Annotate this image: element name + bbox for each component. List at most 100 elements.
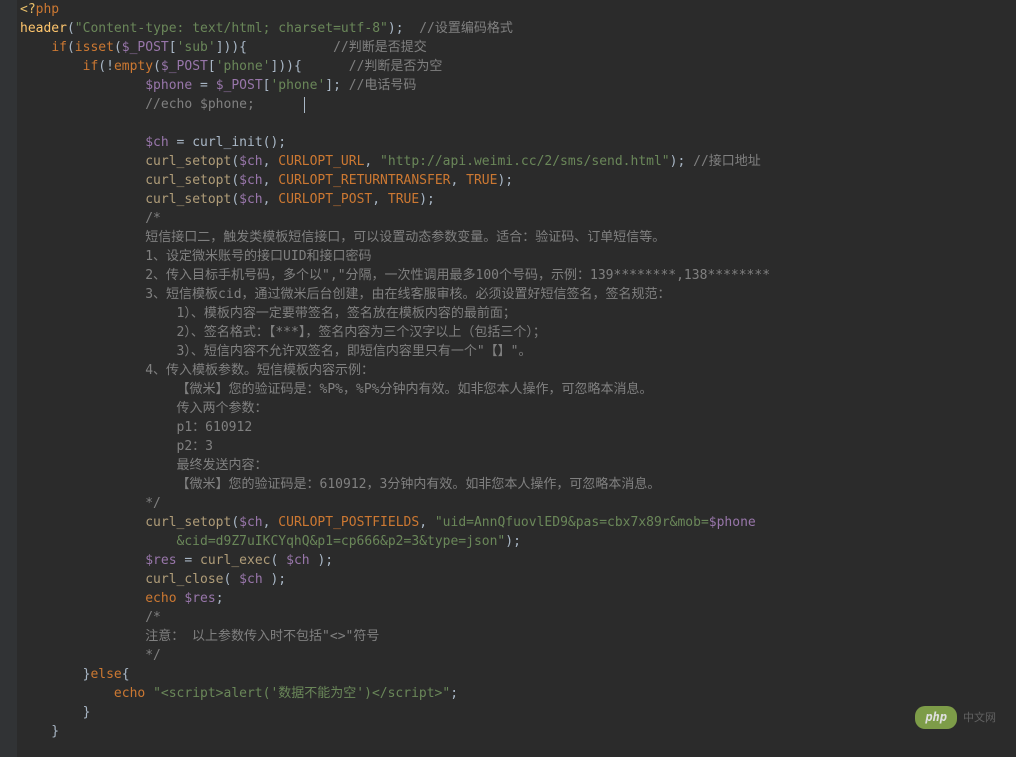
code-line[interactable]: curl_setopt($ch, CURLOPT_URL, "http://ap…	[20, 152, 1013, 171]
code-token: );	[505, 534, 521, 549]
code-line[interactable]: 短信接口二，触发类模板短信接口，可以设置动态参数变量。适合：验证码、订单短信等。	[20, 228, 1013, 247]
code-line[interactable]: p1：610912	[20, 418, 1013, 437]
code-line[interactable]: $res = curl_exec( $ch );	[20, 551, 1013, 570]
code-token: [	[169, 40, 177, 55]
code-token: //判断是否为空	[349, 59, 443, 74]
code-token: //echo $phone;	[145, 97, 255, 112]
code-token	[255, 97, 302, 112]
code-line[interactable]: 传入两个参数：	[20, 399, 1013, 418]
code-token	[20, 173, 145, 188]
code-line[interactable]: curl_close( $ch );	[20, 570, 1013, 589]
code-token: ;	[333, 78, 349, 93]
code-line[interactable]: echo "<script>alert('数据不能为空')</script>";	[20, 684, 1013, 703]
code-token: ,	[419, 515, 435, 530]
code-token	[20, 154, 145, 169]
text-cursor	[304, 97, 305, 113]
code-line[interactable]: */	[20, 646, 1013, 665]
php-logo-pill: php	[915, 706, 957, 729]
code-line[interactable]: 3、短信模板cid，通过微米后台创建，由在线客服审核。必须设置好短信签名，签名规…	[20, 285, 1013, 304]
code-token: (	[231, 515, 239, 530]
code-line[interactable]: curl_setopt($ch, CURLOPT_POSTFIELDS, "ui…	[20, 513, 1013, 532]
code-line[interactable]: $phone = $_POST['phone']; //电话号码	[20, 76, 1013, 95]
code-line[interactable]: */	[20, 494, 1013, 513]
code-token: $ch	[239, 515, 262, 530]
code-token: CURLOPT_URL	[278, 154, 364, 169]
code-token: TRUE	[466, 173, 497, 188]
code-line[interactable]	[20, 114, 1013, 133]
code-token	[20, 116, 28, 131]
code-token: $ch	[239, 154, 262, 169]
code-token: empty	[114, 59, 153, 74]
code-token: $res	[145, 553, 176, 568]
code-line[interactable]: curl_setopt($ch, CURLOPT_RETURNTRANSFER,…	[20, 171, 1013, 190]
code-line[interactable]: echo $res;	[20, 589, 1013, 608]
code-area[interactable]: <?phpheader("Content-type: text/html; ch…	[17, 0, 1016, 757]
code-token: $phone	[709, 515, 756, 530]
code-token: ,	[263, 192, 279, 207]
code-token: $_POST	[216, 78, 263, 93]
code-token: (	[67, 40, 75, 55]
code-token: //电话号码	[349, 78, 417, 93]
code-line[interactable]: 1）、模板内容一定要带签名，签名放在模板内容的最前面；	[20, 304, 1013, 323]
code-token: <?	[20, 2, 36, 17]
code-line[interactable]: &cid=d9Z7uIKCYqhQ&p1=cp666&p2=3&type=jso…	[20, 532, 1013, 551]
code-token: ();	[263, 135, 286, 150]
code-line[interactable]: if(!empty($_POST['phone'])){ //判断是否为空	[20, 57, 1013, 76]
code-line[interactable]: p2：3	[20, 437, 1013, 456]
code-token: =	[192, 78, 215, 93]
code-token: (	[153, 59, 161, 74]
code-line[interactable]: 【微米】您的验证码是：%P%，%P%分钟内有效。如非您本人操作，可忽略本消息。	[20, 380, 1013, 399]
code-line[interactable]: 注意： 以上参数传入时不包括"<>"符号	[20, 627, 1013, 646]
code-line[interactable]: 2、传入目标手机号码，多个以","分隔，一次性调用最多100个号码，示例：139…	[20, 266, 1013, 285]
code-token	[20, 78, 145, 93]
code-line[interactable]: 2）、签名格式：【***】，签名内容为三个汉字以上（包括三个）；	[20, 323, 1013, 342]
code-token: =	[169, 135, 192, 150]
code-token: }	[20, 705, 90, 720]
code-token: $_POST	[161, 59, 208, 74]
code-token: $ch	[286, 553, 309, 568]
code-token: CURLOPT_POST	[278, 192, 372, 207]
code-token: ]	[325, 78, 333, 93]
code-editor[interactable]: <?phpheader("Content-type: text/html; ch…	[0, 0, 1016, 757]
code-line[interactable]: /*	[20, 608, 1013, 627]
code-line[interactable]: header("Content-type: text/html; charset…	[20, 19, 1013, 38]
code-token: ,	[450, 173, 466, 188]
code-token: 1）、模板内容一定要带签名，签名放在模板内容的最前面；	[20, 306, 516, 321]
code-token: {	[122, 667, 130, 682]
watermark-text: 中文网	[963, 708, 996, 727]
code-token: 注意： 以上参数传入时不包括"<>"符号	[20, 629, 379, 644]
code-line[interactable]: if(isset($_POST['sub'])){ //判断是否提交	[20, 38, 1013, 57]
code-token: curl_init	[192, 135, 262, 150]
code-token: $phone	[145, 78, 192, 93]
code-token: ]	[216, 40, 224, 55]
code-line[interactable]: 3）、短信内容不允许双签名，即短信内容里只有一个"【】"。	[20, 342, 1013, 361]
code-token: TRUE	[388, 192, 419, 207]
code-line[interactable]: 1、设定微米账号的接口UID和接口密码	[20, 247, 1013, 266]
code-line[interactable]: curl_setopt($ch, CURLOPT_POST, TRUE);	[20, 190, 1013, 209]
code-token	[20, 211, 145, 226]
code-token: echo	[145, 591, 176, 606]
code-token: isset	[75, 40, 114, 55]
code-line[interactable]: 最终发送内容：	[20, 456, 1013, 475]
code-token	[20, 59, 83, 74]
code-token: ,	[263, 154, 279, 169]
code-token: $res	[184, 591, 215, 606]
code-line[interactable]: //echo $phone;	[20, 95, 1013, 114]
code-line[interactable]: $ch = curl_init();	[20, 133, 1013, 152]
code-token: 传入两个参数：	[20, 401, 268, 416]
code-token: 【微米】您的验证码是：610912，3分钟内有效。如非您本人操作，可忽略本消息。	[20, 477, 660, 492]
code-line[interactable]: }	[20, 722, 1013, 741]
code-token: )){	[278, 59, 348, 74]
code-token: ;	[450, 686, 458, 701]
code-line[interactable]: 【微米】您的验证码是：610912，3分钟内有效。如非您本人操作，可忽略本消息。	[20, 475, 1013, 494]
code-token: 2、传入目标手机号码，多个以","分隔，一次性调用最多100个号码，示例：139…	[20, 268, 770, 283]
code-token: (	[67, 21, 75, 36]
code-line[interactable]: <?php	[20, 0, 1013, 19]
code-line[interactable]: }else{	[20, 665, 1013, 684]
code-line[interactable]: /*	[20, 209, 1013, 228]
code-line[interactable]: }	[20, 703, 1013, 722]
code-token: //判断是否提交	[333, 40, 427, 55]
code-token: "http://api.weimi.cc/2/sms/send.html"	[380, 154, 670, 169]
code-token	[20, 553, 145, 568]
code-line[interactable]: 4、传入模板参数。短信模板内容示例：	[20, 361, 1013, 380]
